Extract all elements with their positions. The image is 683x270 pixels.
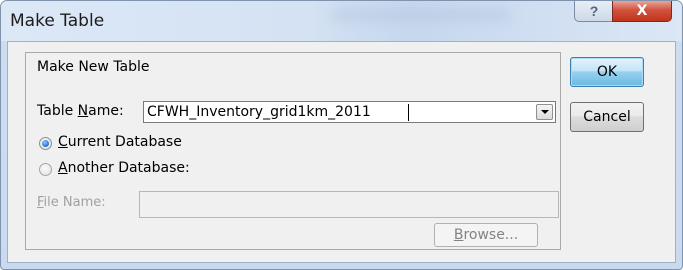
another-database-label[interactable]: Another Database:	[58, 160, 190, 176]
make-table-dialog: Make Table ? X Make New Table Table Name…	[0, 0, 683, 270]
current-database-radio[interactable]	[39, 137, 52, 150]
ok-label: OK	[596, 64, 618, 80]
table-name-input[interactable]: CFWH_Inventory_grid1km_2011	[147, 104, 371, 120]
current-database-label[interactable]: Current Database	[58, 134, 182, 150]
another-database-radio[interactable]	[39, 163, 52, 176]
table-name-combobox[interactable]: CFWH_Inventory_grid1km_2011	[143, 101, 556, 123]
cancel-button[interactable]: Cancel	[570, 102, 644, 132]
table-name-dropdown-button[interactable]	[536, 104, 553, 120]
text-caret	[408, 104, 409, 121]
ok-button[interactable]: OK	[570, 57, 644, 87]
group-label: Make New Table	[37, 59, 150, 75]
file-name-label: File Name:	[37, 195, 106, 210]
dialog-body: Make New Table Table Name: CFWH_Inventor…	[7, 41, 676, 263]
help-button[interactable]: ?	[574, 1, 614, 22]
title-bar-glow	[331, 9, 511, 21]
table-name-label: Table Name:	[37, 103, 124, 119]
browse-label: Browse...	[453, 227, 519, 243]
help-icon: ?	[589, 3, 599, 19]
chevron-down-icon	[540, 110, 549, 114]
title-bar[interactable]: Make Table ? X	[1, 1, 682, 41]
cancel-label: Cancel	[583, 109, 631, 125]
file-name-input[interactable]	[139, 191, 559, 218]
close-icon: X	[636, 3, 648, 19]
close-button[interactable]: X	[612, 1, 672, 22]
window-title: Make Table	[10, 11, 105, 31]
browse-button[interactable]: Browse...	[434, 223, 538, 247]
make-new-table-group: Make New Table Table Name: CFWH_Inventor…	[25, 52, 561, 250]
